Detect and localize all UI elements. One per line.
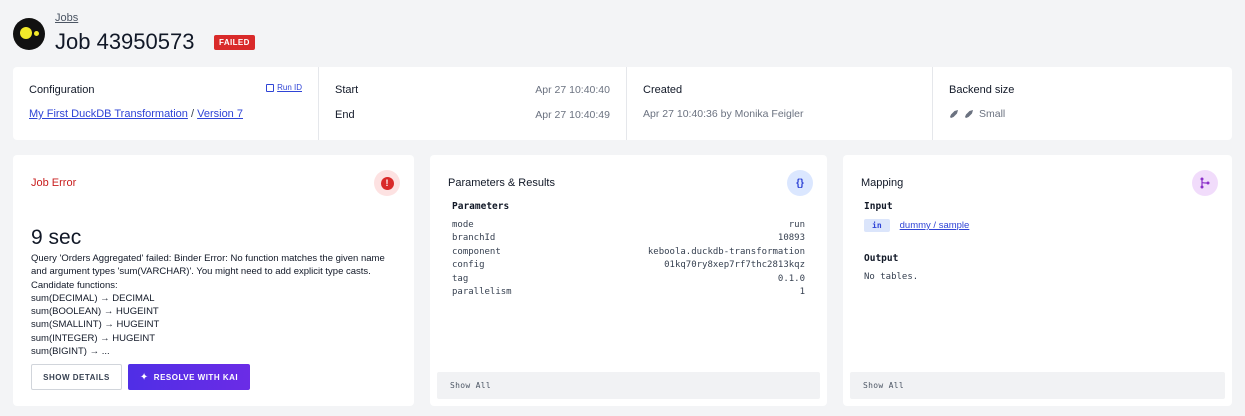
error-message: Query 'Orders Aggregated' failed: Binder… [31,253,385,358]
parameter-value: 1 [799,286,805,297]
error-icon: ! [374,170,400,196]
sparkle-icon: ✦ [139,371,149,383]
mapping-card: Mapping Input in dummy / sample Output N… [843,155,1232,406]
rocket-icon [965,110,973,118]
backend-column: Backend size Small [933,67,1232,140]
parameter-key: branchId [452,233,496,244]
parameter-key: parallelism [452,286,512,297]
start-value: Apr 27 10:40:40 [535,84,610,96]
configuration-link[interactable]: My First DuckDB Transformation [29,108,188,120]
parameter-value: 10893 [777,233,805,244]
page-title: Job 43950573 [55,29,195,54]
braces-icon: {} [787,170,813,196]
breadcrumb: Jobs [55,12,78,24]
mapping-title: Mapping [861,177,904,189]
parameter-row: config 01kq70ry8xep7rf7thc2813kqz [452,259,805,272]
mapping-show-all-button[interactable]: Show All [850,372,1225,399]
parameter-key: mode [452,220,474,230]
parameter-value: keboola.duckdb-transformation [647,246,805,257]
parameters-card: Parameters & Results {} Parameters mode r… [430,155,827,406]
show-details-button[interactable]: SHOW DETAILS [31,364,122,390]
parameters-title: Parameters & Results [448,177,555,189]
created-value: Apr 27 10:40:36 by Monika Feigler [643,108,804,120]
input-table-link[interactable]: dummy / sample [900,220,970,231]
input-mapping-row: in dummy / sample [864,219,969,232]
times-column: Start Apr 27 10:40:40 End Apr 27 10:40:4… [319,67,627,140]
resolve-with-kai-button[interactable]: ✦ RESOLVE WITH KAI [128,364,250,390]
configuration-column: Configuration Run ID My First DuckDB Tra… [13,67,319,140]
logo-dot-small [34,31,39,36]
end-value: Apr 27 10:40:49 [535,109,610,121]
backend-size-value: Small [979,108,1006,120]
parameter-key: tag [452,273,469,284]
parameter-key: config [452,260,485,271]
logo-dot-large [20,27,32,39]
parameter-value: 0.1.0 [777,273,805,284]
start-label: Start [335,84,359,96]
parameter-key: component [452,246,501,257]
run-id-link[interactable]: Run ID [277,83,302,92]
parameter-row: branchId 10893 [452,232,805,245]
status-badge: FAILED [214,35,255,50]
output-empty-text: No tables. [864,272,919,282]
parameter-value: 01kq70ry8xep7rf7thc2813kqz [664,260,805,271]
configuration-separator: / [190,108,195,120]
backend-value-row: Small [949,108,1005,120]
copy-icon [266,83,275,92]
run-id-button[interactable]: Run ID [266,83,302,92]
parameters-section-label: Parameters [452,201,510,212]
output-section-label: Output [864,253,899,264]
backend-title: Backend size [949,84,1015,96]
parameters-list: mode run branchId 10893 component keboola.duc… [452,219,805,299]
job-duration: 9 sec [31,226,82,249]
parameters-show-all-button[interactable]: Show All [437,372,820,399]
job-error-card: Job Error ! 9 sec Query 'Orders Aggregat… [13,155,414,406]
input-tag: in [864,219,890,232]
created-column: Created Apr 27 10:40:36 by Monika Feigle… [627,67,933,140]
parameter-row: component keboola.duckdb-transformation [452,246,805,259]
parameter-row: mode run [452,219,805,232]
version-link[interactable]: Version 7 [197,108,243,120]
configuration-links: My First DuckDB Transformation / Version… [29,108,243,120]
branch-icon [1192,170,1218,196]
parameter-row: tag 0.1.0 [452,273,805,286]
parameter-row: parallelism 1 [452,286,805,299]
input-section-label: Input [864,201,893,212]
job-info-strip: Configuration Run ID My First DuckDB Tra… [13,67,1232,140]
breadcrumb-jobs-link[interactable]: Jobs [55,12,78,24]
rocket-icon [950,110,958,118]
keboola-logo[interactable] [13,18,45,50]
parameter-value: run [788,220,805,230]
job-error-title: Job Error [31,177,77,189]
resolve-with-kai-label: RESOLVE WITH KAI [153,372,239,382]
end-label: End [335,109,355,121]
created-title: Created [643,84,683,96]
configuration-title: Configuration [29,84,95,96]
